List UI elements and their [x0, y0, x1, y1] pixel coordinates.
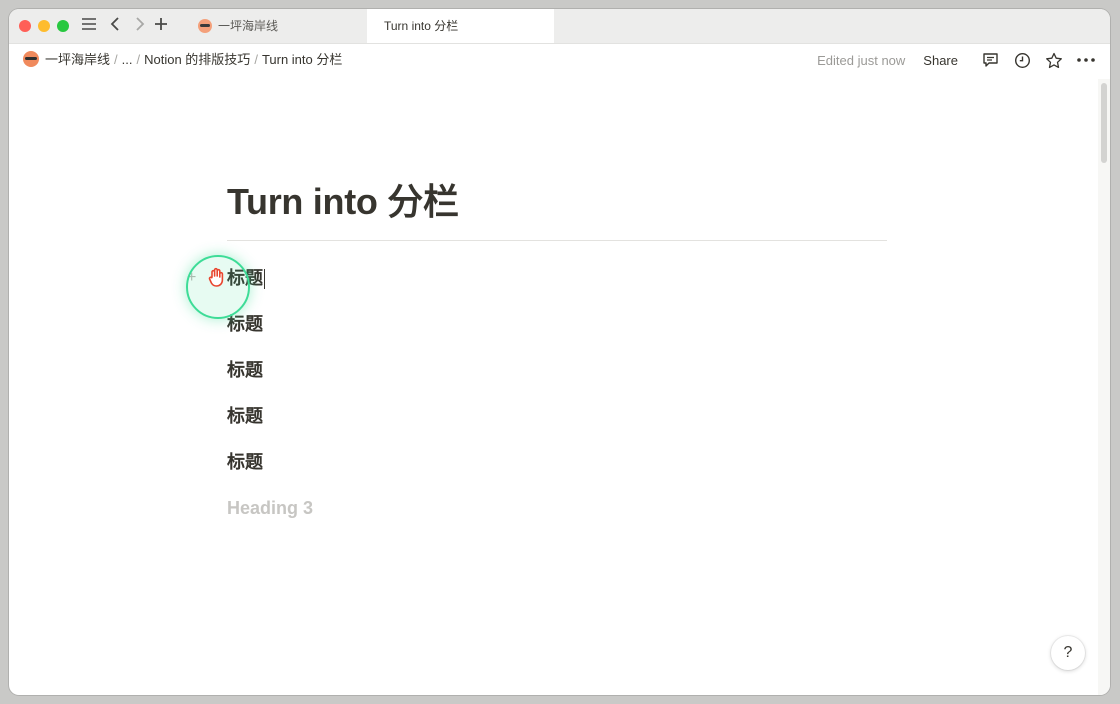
history-clock-icon[interactable] — [1008, 46, 1036, 74]
breadcrumb-current[interactable]: Turn into 分栏 — [262, 52, 342, 67]
maximize-window-button[interactable] — [57, 20, 69, 32]
heading-block[interactable]: + 标题 — [187, 255, 887, 301]
forward-arrow-icon[interactable] — [129, 15, 149, 37]
heading-placeholder-block[interactable]: Heading 3 — [227, 485, 887, 531]
heading-block-text: 标题 — [227, 314, 263, 334]
breadcrumb-separator: / — [114, 52, 118, 67]
vertical-scrollbar[interactable] — [1098, 79, 1110, 695]
edited-status: Edited just now — [817, 52, 906, 68]
page-content: Turn into 分栏 + 标题 标题 标题 标题 标题 Heading 3 — [187, 179, 887, 531]
favorite-star-icon[interactable] — [1040, 46, 1068, 74]
tab-current-page[interactable]: Turn into 分栏 — [367, 9, 554, 43]
breadcrumb-ellipsis[interactable]: ... — [122, 52, 133, 67]
breadcrumb-workspace[interactable]: 一坪海岸线 — [45, 52, 110, 67]
back-arrow-icon[interactable] — [106, 15, 126, 37]
heading-block-text: 标题 — [227, 452, 263, 472]
page-header-bar: 一坪海岸线 /... / Notion 的排版技巧 / Turn into 分栏 Edit… — [9, 44, 1110, 76]
heading-block[interactable]: 标题 — [227, 347, 887, 393]
heading-block[interactable]: 标题 — [227, 393, 887, 439]
breadcrumb-separator: / — [136, 52, 141, 67]
browser-window: 一坪海岸线 Turn into 分栏 一坪海岸线 /... / Notion 的排版技… — [9, 9, 1110, 695]
breadcrumb-parent[interactable]: Notion 的排版技巧 — [144, 52, 250, 67]
workspace-avatar-icon — [23, 51, 39, 68]
page-actions: Edited just now Share — [817, 44, 1100, 76]
workspace-avatar-icon — [198, 18, 212, 33]
page-title[interactable]: Turn into 分栏 — [227, 179, 887, 225]
share-button[interactable]: Share — [923, 53, 958, 68]
heading-placeholder-text: Heading 3 — [227, 498, 314, 518]
scroll-thumb[interactable] — [1101, 83, 1107, 163]
more-dots-icon[interactable] — [1072, 46, 1100, 74]
tab-label: Turn into 分栏 — [384, 19, 459, 33]
minimize-window-button[interactable] — [38, 20, 50, 32]
heading-block[interactable]: 标题 — [227, 439, 887, 485]
tab-label: 一坪海岸线 — [218, 19, 279, 33]
tab-workspace[interactable]: 一坪海岸线 — [189, 9, 367, 43]
sidebar-menu-icon[interactable] — [79, 15, 99, 37]
heading-block-text: 标题 — [227, 406, 263, 426]
close-window-button[interactable] — [19, 20, 31, 32]
heading-block[interactable]: 标题 — [227, 301, 887, 347]
help-button[interactable]: ? — [1051, 636, 1085, 670]
grab-hand-cursor-icon — [207, 267, 227, 289]
breadcrumb-separator: / — [254, 52, 258, 67]
new-tab-plus-icon[interactable] — [151, 15, 171, 37]
breadcrumb: 一坪海岸线 /... / Notion 的排版技巧 / Turn into 分栏 — [23, 44, 342, 76]
comment-icon[interactable] — [976, 46, 1004, 74]
title-bar: 一坪海岸线 Turn into 分栏 — [9, 9, 1110, 44]
heading-block-text: 标题 — [227, 360, 263, 380]
text-caret — [264, 269, 265, 290]
